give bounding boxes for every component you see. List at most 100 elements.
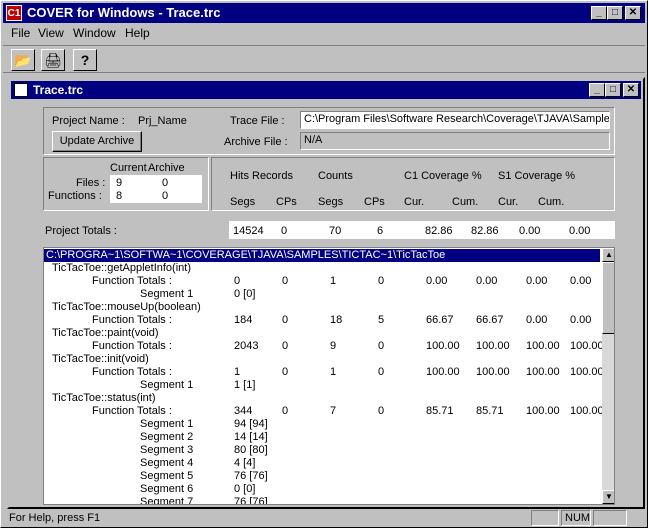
path-text: C:\PROGRA~1\SOFTWA~1\COVERAGE\TJAVA\SAMP…: [46, 249, 446, 261]
help-icon[interactable]: ?: [73, 49, 97, 71]
function-totals-row[interactable]: Function Totals : 1 0 1 0 100.00 100.00 100.00 1…: [44, 366, 604, 379]
menu-help[interactable]: Help: [125, 26, 150, 40]
app-titlebar[interactable]: C1 COVER for Windows - Trace.trc _ □ ✕: [3, 3, 645, 23]
row-label: Function Totals :: [92, 340, 172, 352]
total-cps-hits: 0: [281, 225, 288, 237]
total-segs-hits: 14524: [233, 225, 264, 237]
c1-coverage-header: C1 Coverage %: [404, 170, 482, 182]
row-value: 76 [76]: [234, 470, 268, 482]
files-archive-value: 0: [162, 177, 169, 189]
row-value: 0: [378, 275, 385, 287]
segment-row[interactable]: Segment 5 76 [76]: [44, 470, 600, 483]
vertical-scrollbar[interactable]: ▲ ▼: [602, 248, 614, 504]
row-value: 100.00: [570, 366, 604, 378]
row-value: 100.00: [476, 366, 510, 378]
segment-row[interactable]: Segment 1 1 [1]: [44, 379, 600, 392]
app-window: C1 COVER for Windows - Trace.trc _ □ ✕ F…: [0, 0, 648, 528]
s1-cum-header: Cum.: [538, 196, 565, 208]
row-value: 7: [330, 405, 337, 417]
row-label: Segment 7: [140, 496, 194, 505]
row-value: 0: [282, 405, 289, 417]
row-label: Segment 6: [140, 483, 194, 495]
row-value: 0: [282, 340, 289, 352]
row-label: Segment 4: [140, 457, 194, 469]
menu-view[interactable]: View: [38, 26, 64, 40]
row-label: Segment 1: [140, 418, 194, 430]
minimize-button[interactable]: _: [591, 6, 607, 20]
row-value: 0.00: [570, 314, 592, 326]
row-value: 0 [0]: [234, 288, 256, 300]
segment-row[interactable]: Segment 1 94 [94]: [44, 418, 600, 431]
segment-row[interactable]: Segment 2 14 [14]: [44, 431, 600, 444]
row-label: TicTacToe::paint(void): [52, 327, 159, 339]
row-value: 0.00: [526, 275, 548, 287]
function-row[interactable]: TicTacToe::init(void): [44, 353, 600, 366]
app-title: COVER for Windows - Trace.trc: [27, 5, 221, 20]
function-row[interactable]: TicTacToe::mouseUp(boolean): [44, 301, 600, 314]
maximize-button[interactable]: □: [607, 6, 623, 20]
close-button[interactable]: ✕: [625, 6, 641, 20]
app-icon: C1: [6, 5, 22, 21]
files-label: Files :: [76, 177, 106, 189]
row-value: 0.00: [476, 275, 498, 287]
row-value: 2043: [234, 340, 259, 352]
row-value: 100.00: [526, 340, 560, 352]
scroll-down-button[interactable]: ▼: [602, 490, 614, 504]
function-row[interactable]: TicTacToe::getAppletInfo(int): [44, 262, 600, 275]
row-value: 100.00: [426, 340, 460, 352]
results-list[interactable]: C:\PROGRA~1\SOFTWA~1\COVERAGE\TJAVA\SAMP…: [43, 247, 615, 505]
trace-titlebar[interactable]: Trace.trc _ □ ✕: [11, 81, 641, 99]
scroll-thumb[interactable]: [602, 262, 614, 334]
function-totals-row[interactable]: Function Totals : 184 0 18 5 66.67 66.67 0.00 0.…: [44, 314, 600, 327]
segment-row[interactable]: Segment 1 0 [0]: [44, 288, 600, 301]
row-label: Function Totals :: [92, 405, 172, 417]
project-name-value: Prj_Name: [138, 115, 187, 127]
function-row[interactable]: TicTacToe::status(int): [44, 392, 600, 405]
row-label: Segment 2: [140, 431, 194, 443]
project-name-label: Project Name :: [52, 115, 125, 127]
row-value: 66.67: [426, 314, 454, 326]
cps-header-1: CPs: [276, 196, 297, 208]
total-s1-cum: 0.00: [569, 225, 591, 237]
row-value: 85.71: [426, 405, 454, 417]
open-icon[interactable]: 📂: [11, 49, 35, 71]
c1-cur-header: Cur.: [404, 196, 425, 208]
print-icon[interactable]: 🖨: [41, 49, 65, 71]
hits-records-header: Hits Records: [230, 170, 293, 182]
files-current-value: 9: [116, 177, 123, 189]
menu-window[interactable]: Window: [73, 26, 116, 40]
row-label: Segment 3: [140, 444, 194, 456]
scroll-up-button[interactable]: ▲: [602, 248, 614, 262]
menu-file[interactable]: File: [11, 26, 30, 40]
archive-header: Archive: [148, 162, 185, 174]
function-totals-row[interactable]: Function Totals : 0 0 1 0 0.00 0.00 0.00 0.00: [44, 275, 600, 288]
project-info-panel: Project Name : Prj_Name Update Archive T…: [43, 107, 615, 155]
total-cps-count: 6: [377, 225, 384, 237]
path-row[interactable]: C:\PROGRA~1\SOFTWA~1\COVERAGE\TJAVA\SAMP…: [44, 249, 600, 262]
function-row[interactable]: TicTacToe::paint(void): [44, 327, 600, 340]
row-value: 66.67: [476, 314, 504, 326]
function-totals-row[interactable]: Function Totals : 344 0 7 0 85.71 85.71 100.00 1…: [44, 405, 604, 418]
child-minimize-button[interactable]: _: [589, 83, 605, 97]
row-label: TicTacToe::init(void): [52, 353, 149, 365]
stats-header-panel: Hits Records Counts C1 Coverage % S1 Cov…: [211, 157, 615, 211]
trace-file-label: Trace File :: [230, 115, 285, 127]
segment-row[interactable]: Segment 4 4 [4]: [44, 457, 600, 470]
update-archive-button[interactable]: Update Archive: [52, 131, 142, 152]
function-totals-row[interactable]: Function Totals : 2043 0 9 0 100.00 100.00 100.…: [44, 340, 604, 353]
total-segs-count: 70: [329, 225, 342, 237]
row-value: 1: [330, 366, 337, 378]
segment-row[interactable]: Segment 7 76 [76]: [44, 496, 600, 505]
child-maximize-button[interactable]: □: [605, 83, 621, 97]
archive-file-field[interactable]: N/A: [300, 132, 610, 150]
row-value: 18: [330, 314, 343, 326]
segment-row[interactable]: Segment 3 80 [80]: [44, 444, 600, 457]
row-value: 0: [378, 366, 385, 378]
trace-file-field[interactable]: C:\Program Files\Software Research\Cover…: [300, 111, 610, 129]
row-label: Function Totals :: [92, 366, 172, 378]
segment-row[interactable]: Segment 6 0 [0]: [44, 483, 600, 496]
child-close-button[interactable]: ✕: [623, 83, 639, 97]
row-label: Segment 1: [140, 379, 194, 391]
functions-current-value: 8: [116, 190, 123, 202]
total-c1-cur: 82.86: [425, 225, 453, 237]
